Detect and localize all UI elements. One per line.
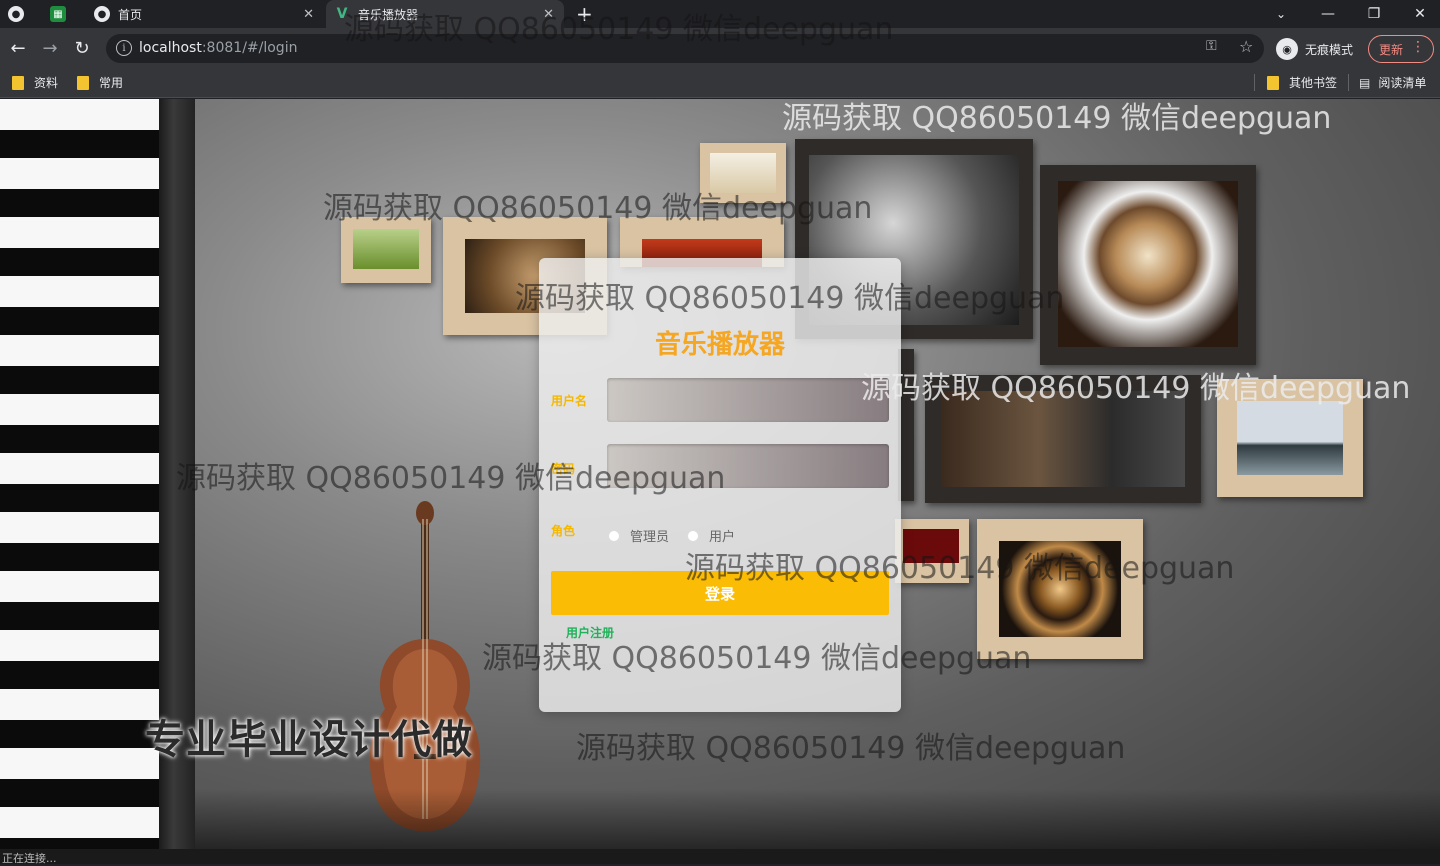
globe-icon: ●	[8, 6, 24, 22]
bookmark-other[interactable]: 其他书签	[1254, 74, 1337, 91]
login-button[interactable]: 登录	[551, 571, 889, 615]
tab-strip: ● ▦ ● 首页 ✕ V 音乐播放器 ✕ + ⌄ — ❐ ✕	[0, 0, 1440, 28]
tab-search-button[interactable]: ⌄	[1258, 0, 1304, 28]
login-page-background: 专业毕业设计代做 音乐播放器 用户名 密码 角色 管理员 用户 登录 用户注册	[0, 99, 1440, 849]
floor-shadow	[195, 789, 1440, 849]
role-label: 角色	[551, 524, 576, 538]
ad-text: 专业毕业设计代做	[145, 717, 473, 763]
url-text[interactable]: localhost:8081/#/login	[139, 40, 297, 56]
login-card: 音乐播放器 用户名 密码 角色 管理员 用户 登录 用户注册	[539, 258, 901, 712]
radio-button[interactable]	[687, 529, 699, 542]
password-input[interactable]	[607, 444, 889, 488]
username-input[interactable]	[607, 378, 889, 422]
new-tab-button[interactable]: +	[576, 0, 598, 28]
folder-icon	[12, 75, 24, 90]
role-radio-admin[interactable]: 管理员	[608, 526, 669, 545]
incognito-indicator[interactable]: ◉ 无痕模式	[1276, 37, 1353, 61]
globe-icon: ●	[94, 6, 110, 22]
password-label: 密码	[551, 462, 576, 476]
bookmark-star-icon[interactable]: ☆	[1239, 37, 1253, 56]
close-icon[interactable]: ✕	[303, 7, 314, 22]
photo-frame	[925, 375, 1201, 503]
bookmarks-bar: 资料 常用 其他书签 ▤ 阅读清单	[0, 68, 1440, 98]
back-button[interactable]: ←	[6, 36, 30, 60]
photo-frame	[700, 143, 786, 203]
reload-button[interactable]: ↻	[70, 36, 94, 60]
piano-keys-decoration	[0, 99, 159, 849]
close-window-button[interactable]: ✕	[1397, 0, 1440, 28]
radio-button[interactable]	[608, 529, 620, 542]
restore-button[interactable]: ❐	[1351, 0, 1397, 28]
close-icon[interactable]: ✕	[543, 7, 554, 22]
address-bar[interactable]: i localhost:8081/#/login ⚿ ☆	[106, 34, 1264, 63]
incognito-label: 无痕模式	[1305, 42, 1354, 57]
role-radio-user[interactable]: 用户	[687, 526, 735, 545]
reading-list[interactable]: ▤ 阅读清单	[1348, 74, 1426, 91]
folder-icon	[77, 75, 89, 90]
photo-frame	[1217, 379, 1363, 497]
bookmark-folder-changyong[interactable]: 常用	[77, 74, 123, 91]
menu-icon[interactable]: ⋮	[1411, 39, 1425, 55]
register-link[interactable]: 用户注册	[566, 624, 614, 641]
reading-list-icon: ▤	[1359, 75, 1371, 90]
update-button[interactable]: 更新 ⋮	[1368, 35, 1434, 63]
vue-icon: V	[336, 6, 348, 22]
photo-frame	[895, 519, 969, 583]
tab-home[interactable]: ● 首页 ✕	[86, 0, 324, 28]
photo-frame	[1040, 165, 1256, 365]
site-info-icon[interactable]: i	[116, 40, 132, 56]
username-label: 用户名	[551, 394, 588, 408]
minimize-button[interactable]: —	[1305, 0, 1351, 28]
app-title: 音乐播放器	[654, 330, 785, 360]
forward-button[interactable]: →	[38, 36, 62, 60]
folder-icon	[1267, 75, 1279, 90]
spreadsheet-icon: ▦	[50, 6, 66, 22]
photo-frame	[977, 519, 1143, 659]
status-bar: 正在连接...	[0, 849, 1440, 865]
key-icon[interactable]: ⚿	[1206, 38, 1217, 54]
bookmark-folder-ziliao[interactable]: 资料	[12, 74, 58, 91]
tab-label: 音乐播放器	[358, 7, 419, 22]
tab-pinned-2[interactable]: ▦	[50, 0, 80, 28]
tab-music-player[interactable]: V 音乐播放器 ✕	[326, 0, 564, 28]
tab-pinned-1[interactable]: ●	[8, 0, 38, 28]
update-label: 更新	[1379, 42, 1404, 57]
tab-label: 首页	[118, 7, 143, 22]
incognito-icon: ◉	[1276, 38, 1298, 60]
photo-frame	[341, 217, 431, 283]
